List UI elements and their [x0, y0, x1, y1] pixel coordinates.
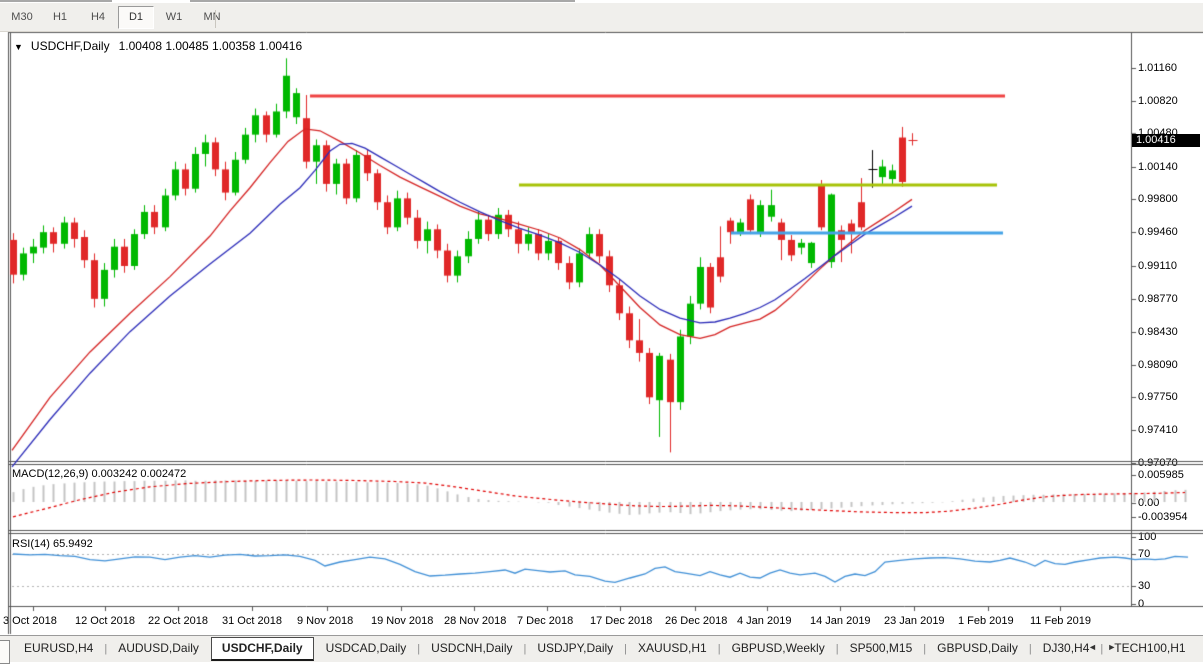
tab-separator: | [1029, 643, 1032, 655]
symbol-tab-usdjpy[interactable]: USDJPY,Daily [527, 636, 623, 660]
tab-separator: | [104, 643, 107, 655]
chart-ohlc-quote: 1.00408 1.00485 1.00358 1.00416 [119, 39, 303, 53]
rsi-indicator-label: RSI(14) 65.9492 [12, 538, 93, 550]
chart-symbol-label: USDCHF,Daily [31, 39, 110, 53]
timeframe-button-m30[interactable]: M30 [4, 6, 40, 29]
tab-separator: | [523, 643, 526, 655]
tab-separator: | [923, 643, 926, 655]
tab-separator: | [718, 643, 721, 655]
timeframe-button-h1[interactable]: H1 [42, 6, 78, 29]
price-axis[interactable] [1132, 32, 1203, 607]
tab-bar-notch [0, 640, 10, 664]
symbol-tab-xauusd[interactable]: XAUUSD,H1 [628, 636, 717, 660]
toolbar-separator [215, 10, 216, 28]
macd-indicator-label: MACD(12,26,9) 0.003242 0.002472 [12, 468, 186, 480]
price-chart-canvas[interactable] [0, 0, 1203, 661]
timeframe-button-h4[interactable]: H4 [80, 6, 116, 29]
symbol-tab-gbpusd[interactable]: GBPUSD,Daily [927, 636, 1028, 660]
timeframe-button-mn[interactable]: MN [194, 6, 230, 29]
time-axis[interactable] [0, 608, 1203, 635]
symbol-tab-usdcnh[interactable]: USDCNH,Daily [421, 636, 522, 660]
tab-separator: | [624, 643, 627, 655]
chart-dropdown-icon[interactable]: ▼ [14, 42, 23, 52]
timeframe-button-w1[interactable]: W1 [156, 6, 192, 29]
symbol-tab-audusd[interactable]: AUDUSD,Daily [108, 636, 209, 660]
symbol-tab-usdcad[interactable]: USDCAD,Daily [316, 636, 417, 660]
symbol-tab-gbpusd[interactable]: GBPUSD,Weekly [722, 636, 835, 660]
tab-scroll-arrows[interactable]: ◄ ► [1088, 642, 1120, 652]
tab-separator: | [417, 643, 420, 655]
tab-separator: | [836, 643, 839, 655]
current-price-tag: 1.00416 [1132, 134, 1200, 147]
symbol-tab-sp500[interactable]: SP500,M15 [840, 636, 923, 660]
chart-title: ▼ USDCHF,Daily 1.00408 1.00485 1.00358 1.0… [14, 39, 302, 53]
timeframe-toolbar: M30H1H4D1W1MN [0, 3, 1203, 32]
symbol-tab-eurusd[interactable]: EURUSD,H4 [14, 636, 103, 660]
timeframe-button-d1[interactable]: D1 [118, 6, 154, 29]
symbol-tab-bar: EURUSD,H4|AUDUSD,DailyUSDCHF,DailyUSDCAD… [0, 635, 1203, 662]
symbol-tab-usdchf[interactable]: USDCHF,Daily [211, 637, 314, 661]
